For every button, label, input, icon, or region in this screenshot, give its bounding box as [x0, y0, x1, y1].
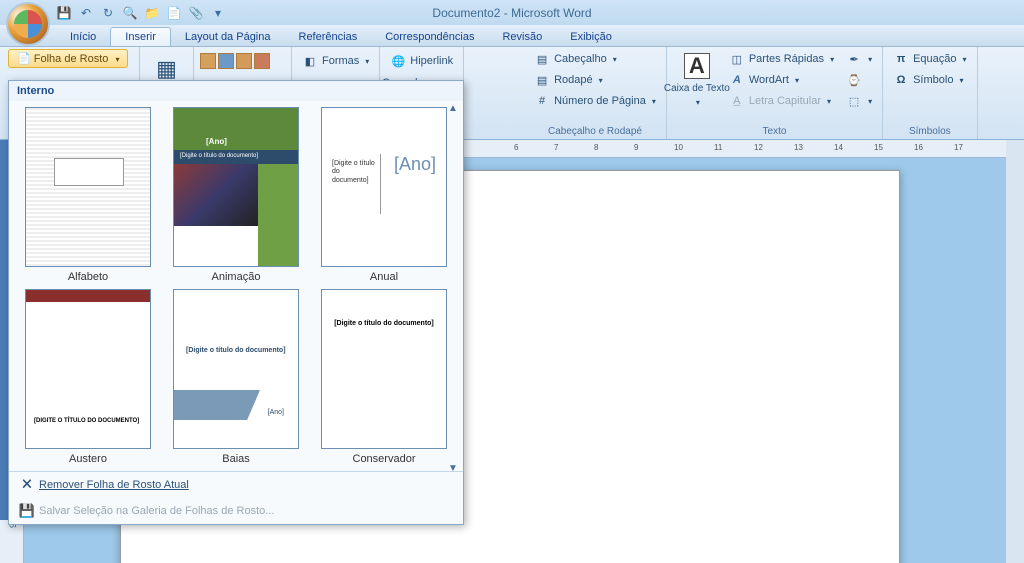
shapes-mini-icon[interactable]: [236, 53, 252, 69]
gallery-item-austero[interactable]: [DIGITE O TÍTULO DO DOCUMENTO] Austero: [23, 289, 153, 465]
redo-icon[interactable]: ↻: [100, 5, 116, 21]
tab-referencias[interactable]: Referências: [285, 28, 372, 46]
wordart-icon: A: [729, 72, 745, 88]
hyperlink-button[interactable]: 🌐Hiperlink: [386, 51, 457, 71]
gallery-scrollbar[interactable]: ▲▼: [445, 103, 461, 474]
signature-icon: ✒: [846, 51, 862, 67]
tab-inicio[interactable]: Início: [56, 28, 110, 46]
gallery-footer: 🗙Remover Folha de Rosto Atual 💾Salvar Se…: [9, 471, 463, 524]
cover-page-gallery: Interno Alfabeto [Ano] [Digite o título …: [8, 80, 464, 525]
attach-icon[interactable]: 📎: [188, 5, 204, 21]
dropcap-button[interactable]: A̲Letra Capitular: [725, 91, 838, 111]
title-bar: 💾 ↶ ↻ 🔍 📁 📄 📎 ▾ Documento2 - Microsoft W…: [0, 0, 1024, 25]
tab-inserir[interactable]: Inserir: [110, 27, 171, 46]
office-button[interactable]: [6, 2, 50, 46]
object-icon: ⬚: [846, 93, 862, 109]
clipart-icon[interactable]: [218, 53, 234, 69]
scroll-down-icon[interactable]: ▼: [448, 463, 458, 474]
gallery-item-anual[interactable]: [Digite o título do documento] [Ano] Anu…: [319, 107, 449, 283]
undo-icon[interactable]: ↶: [78, 5, 94, 21]
tab-layout[interactable]: Layout da Página: [171, 28, 285, 46]
vertical-scrollbar[interactable]: [1006, 140, 1024, 563]
tab-revisao[interactable]: Revisão: [488, 28, 556, 46]
datetime-button[interactable]: ⌚: [842, 70, 876, 90]
shapes-icon: ◧: [302, 53, 318, 69]
page-number-button[interactable]: #Número de Página: [530, 91, 660, 111]
dropcap-icon: A̲: [729, 93, 745, 109]
quick-access-toolbar: 💾 ↶ ↻ 🔍 📁 📄 📎 ▾: [56, 5, 226, 21]
gallery-header: Interno: [9, 81, 463, 101]
header-button[interactable]: ▤Cabeçalho: [530, 49, 660, 69]
gallery-grid: Alfabeto [Ano] [Digite o título do docum…: [9, 101, 463, 471]
save-to-gallery-button: 💾Salvar Seleção na Galeria de Folhas de …: [9, 498, 463, 524]
refresh-icon[interactable]: 🔍: [122, 5, 138, 21]
textbox-icon: A: [684, 53, 710, 79]
group-header-footer: Cabeçalho e Rodapé: [530, 124, 660, 139]
globe-icon: 🌐: [390, 53, 406, 69]
header-icon: ▤: [534, 51, 550, 67]
signature-button[interactable]: ✒: [842, 49, 876, 69]
pagenum-icon: #: [534, 93, 550, 109]
gallery-item-conservador[interactable]: [Digite o título do documento] Conservad…: [319, 289, 449, 465]
quickparts-icon: ◫: [729, 51, 745, 67]
symbol-button[interactable]: ΩSímbolo: [889, 70, 970, 90]
remove-icon: 🗙: [19, 477, 35, 493]
omega-icon: Ω: [893, 72, 909, 88]
gallery-item-baias[interactable]: [Digite o título do documento] [Ano] Bai…: [171, 289, 301, 465]
smartart-icon[interactable]: [254, 53, 270, 69]
remove-cover-button[interactable]: 🗙Remover Folha de Rosto Atual: [9, 472, 463, 498]
quick-parts-button[interactable]: ◫Partes Rápidas: [725, 49, 838, 69]
cover-page-icon: 📄: [17, 53, 31, 65]
datetime-icon: ⌚: [846, 72, 862, 88]
qat-more-icon[interactable]: ▾: [210, 5, 226, 21]
picture-icon[interactable]: [200, 53, 216, 69]
object-button[interactable]: ⬚: [842, 91, 876, 111]
folder-icon[interactable]: 📁: [144, 5, 160, 21]
app-title: Documento2 - Microsoft Word: [432, 6, 591, 20]
footer-icon: ▤: [534, 72, 550, 88]
group-text: Texto: [673, 124, 876, 139]
scroll-up-icon[interactable]: ▲: [448, 103, 458, 114]
new-icon[interactable]: 📄: [166, 5, 182, 21]
wordart-button[interactable]: AWordArt: [725, 70, 838, 90]
cover-page-button[interactable]: 📄 Folha de Rosto: [8, 49, 128, 68]
save-gallery-icon: 💾: [19, 503, 35, 519]
group-symbols: Símbolos: [889, 124, 970, 139]
textbox-button[interactable]: ACaixa de Texto: [673, 49, 721, 109]
pi-icon: π: [893, 51, 909, 67]
save-icon[interactable]: 💾: [56, 5, 72, 21]
tab-correspondencias[interactable]: Correspondências: [371, 28, 488, 46]
ribbon-tabs: Início Inserir Layout da Página Referênc…: [0, 25, 1024, 47]
footer-button[interactable]: ▤Rodapé: [530, 70, 660, 90]
gallery-item-alfabeto[interactable]: Alfabeto: [23, 107, 153, 283]
gallery-item-animacao[interactable]: [Ano] [Digite o título do documento] Ani…: [171, 107, 301, 283]
shapes-button[interactable]: ◧Formas: [298, 51, 373, 71]
tab-exibicao[interactable]: Exibição: [556, 28, 626, 46]
equation-button[interactable]: πEquação: [889, 49, 970, 69]
